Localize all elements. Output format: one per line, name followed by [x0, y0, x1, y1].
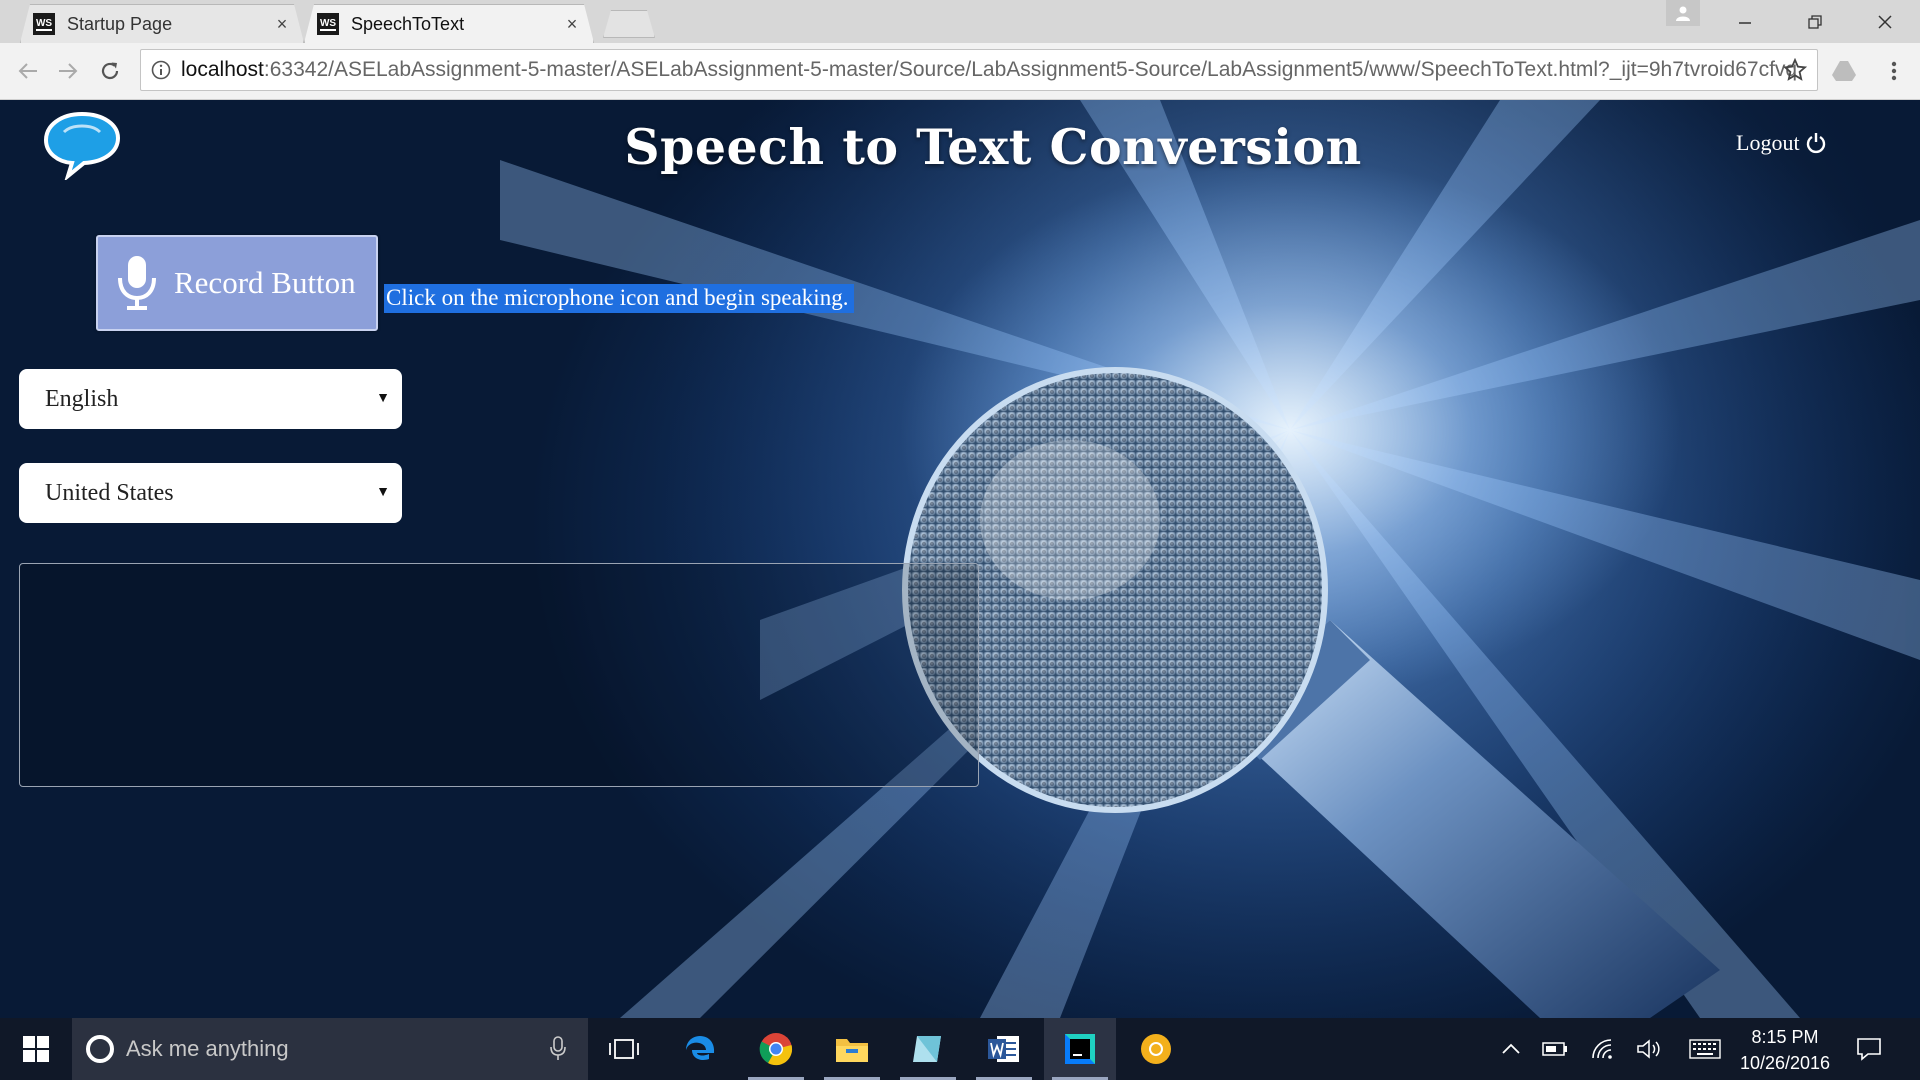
tab-speechtotext[interactable]: WS SpeechToText ×: [304, 4, 594, 43]
record-button[interactable]: Record Button: [96, 235, 378, 331]
browser-toolbar: localhost:63342/ASELabAssignment-5-maste…: [0, 43, 1920, 100]
tab-startup-page[interactable]: WS Startup Page ×: [20, 4, 304, 43]
word-icon[interactable]: [968, 1018, 1040, 1080]
close-window-icon[interactable]: [1850, 0, 1920, 43]
action-center-icon[interactable]: [1854, 1034, 1884, 1064]
tab-title: SpeechToText: [351, 13, 465, 34]
transcript-textarea[interactable]: [19, 563, 979, 787]
minimize-icon[interactable]: [1710, 0, 1780, 43]
power-icon: [1806, 133, 1825, 154]
cortana-icon: [86, 1035, 114, 1063]
language-select[interactable]: English ▼: [19, 369, 402, 429]
microphone-icon: [118, 256, 156, 310]
battery-icon[interactable]: [1540, 1034, 1570, 1064]
webstorm-icon: WS: [33, 13, 55, 35]
file-explorer-icon[interactable]: [816, 1018, 888, 1080]
url-text: localhost:63342/ASELabAssignment-5-maste…: [181, 58, 1798, 81]
chrome-icon[interactable]: [740, 1018, 812, 1080]
webstorm-taskbar-icon[interactable]: [1044, 1018, 1116, 1080]
system-clock[interactable]: 8:15 PM 10/26/2016: [1730, 1024, 1840, 1076]
new-tab-button[interactable]: [603, 10, 655, 38]
forward-arrow-icon[interactable]: [50, 53, 86, 89]
dialect-select[interactable]: United States ▼: [19, 463, 402, 523]
chrome-canary-icon[interactable]: [1120, 1018, 1192, 1080]
logout-label: Logout: [1736, 130, 1800, 155]
address-bar[interactable]: localhost:63342/ASELabAssignment-5-maste…: [140, 49, 1818, 91]
windows-taskbar: Ask me anything 8:15 PM 10/26/2016: [0, 1018, 1920, 1080]
reload-icon[interactable]: [92, 53, 128, 89]
windows-start-icon[interactable]: [0, 1018, 72, 1080]
restore-icon[interactable]: [1780, 0, 1850, 43]
cortana-search-box[interactable]: Ask me anything: [72, 1018, 588, 1080]
app-icon[interactable]: [892, 1018, 964, 1080]
volume-icon[interactable]: [1634, 1034, 1664, 1064]
show-hidden-icons-chevron-icon[interactable]: [1496, 1034, 1526, 1064]
clock-date: 10/26/2016: [1739, 1053, 1831, 1073]
dropdown-arrow-icon: ▼: [376, 485, 390, 500]
edge-browser-icon[interactable]: [664, 1018, 736, 1080]
tab-title: Startup Page: [67, 13, 173, 34]
bookmark-star-icon[interactable]: [1783, 58, 1807, 82]
dialect-value: United States: [45, 479, 174, 506]
menu-kebab-icon[interactable]: [1876, 53, 1912, 89]
tab-strip: WS Startup Page × WS SpeechToText ×: [0, 0, 1920, 43]
drive-extension-icon[interactable]: [1826, 53, 1862, 89]
profile-icon[interactable]: [1666, 0, 1700, 26]
microphone-icon[interactable]: [550, 1036, 566, 1062]
instruction-text: Click on the microphone icon and begin s…: [384, 284, 855, 313]
browser-chrome: WS Startup Page × WS SpeechToText × loca…: [0, 0, 1920, 100]
page-viewport: Speech to Text Conversion Logout Record …: [0, 100, 1920, 1018]
language-value: English: [45, 385, 119, 412]
page-title: Speech to Text Conversion: [624, 118, 1362, 176]
logout-link[interactable]: Logout: [1736, 130, 1826, 156]
touch-keyboard-icon[interactable]: [1688, 1034, 1722, 1064]
record-button-label: Record Button: [174, 265, 356, 300]
clock-time: 8:15 PM: [1751, 1027, 1819, 1047]
task-view-icon[interactable]: [588, 1018, 660, 1080]
wifi-icon[interactable]: [1588, 1034, 1618, 1064]
search-placeholder: Ask me anything: [126, 1036, 289, 1061]
close-tab-icon[interactable]: ×: [273, 14, 291, 35]
dropdown-arrow-icon: ▼: [376, 391, 390, 406]
webstorm-icon: WS: [317, 13, 339, 35]
close-tab-icon[interactable]: ×: [563, 14, 581, 35]
back-arrow-icon[interactable]: [10, 53, 46, 89]
info-icon[interactable]: [151, 60, 171, 80]
